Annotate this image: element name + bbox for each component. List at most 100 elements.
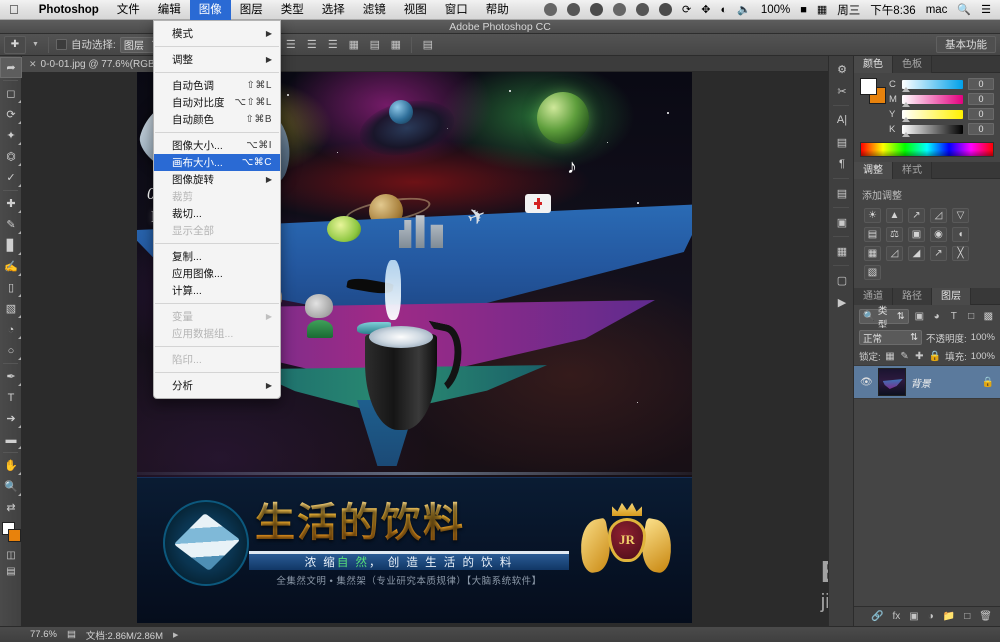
- adjustment-filter-icon[interactable]: ◕: [930, 310, 943, 324]
- type-filter-icon[interactable]: T: [947, 310, 960, 324]
- foreground-color-swatch[interactable]: [860, 78, 877, 95]
- wechat-icon[interactable]: [539, 0, 562, 20]
- image-menu-dropdown[interactable]: 模式 ▶ 调整 ▶ 自动色调 ⇧⌘L 自动对比度 ⌥⇧⌘L 自动颜色 ⇧⌘B 图…: [153, 20, 281, 399]
- menu-layer[interactable]: 图层: [231, 0, 272, 20]
- menu-help[interactable]: 帮助: [477, 0, 518, 20]
- tab-color[interactable]: 颜色: [854, 56, 893, 73]
- dodge-tool-icon[interactable]: ○: [0, 340, 22, 361]
- selective-color-icon[interactable]: ╳: [952, 246, 969, 261]
- menu-item-calculations[interactable]: 计算...: [154, 282, 280, 299]
- pen-tool-icon[interactable]: ✒: [0, 366, 22, 387]
- lock-transparency-icon[interactable]: ▦: [885, 349, 896, 363]
- menu-view[interactable]: 视图: [395, 0, 436, 20]
- distribute-spacing-icon[interactable]: ▤: [419, 36, 436, 53]
- actions-icon[interactable]: ▢: [829, 269, 855, 291]
- align-middle-v-icon[interactable]: ☰: [303, 36, 320, 53]
- apple-logo-icon[interactable]: : [0, 3, 30, 16]
- menu-select[interactable]: 选择: [313, 0, 354, 20]
- levels-icon[interactable]: ▲: [886, 208, 903, 223]
- paragraph-style-icon[interactable]: ▤: [829, 131, 855, 153]
- pixel-filter-icon[interactable]: ▣: [913, 310, 926, 324]
- battery-icon[interactable]: ■: [795, 0, 812, 20]
- posterize-icon[interactable]: ◢: [908, 246, 925, 261]
- new-group-icon[interactable]: 📁: [943, 611, 955, 622]
- yellow-value[interactable]: 0: [968, 108, 994, 120]
- bluetooth-icon[interactable]: ✥: [696, 0, 715, 20]
- layer-mask-icon[interactable]: ▣: [909, 611, 918, 622]
- layer-filter-type-dropdown[interactable]: 🔍 类型 ⇅: [859, 306, 909, 331]
- eraser-tool-icon[interactable]: ▯: [0, 277, 22, 298]
- background-color-swatch[interactable]: [8, 529, 21, 542]
- notes-icon[interactable]: ▣: [829, 211, 855, 233]
- opacity-value[interactable]: 100%: [971, 332, 995, 343]
- character-icon[interactable]: A|: [829, 109, 855, 131]
- volume-icon[interactable]: 🔈: [732, 0, 756, 20]
- menu-type[interactable]: 类型: [272, 0, 313, 20]
- eyedropper-tool-icon[interactable]: ✓: [0, 167, 22, 188]
- history-icon[interactable]: ⚙: [829, 58, 855, 80]
- menu-item-apply-image[interactable]: 应用图像...: [154, 265, 280, 282]
- crop-tool-icon[interactable]: ⏣: [0, 146, 22, 167]
- music-icon[interactable]: [562, 0, 585, 20]
- document-tab[interactable]: ✕ 0-0-01.jpg @ 77.6%(RGB/8: [22, 56, 171, 72]
- workspace-switcher[interactable]: 基本功能: [936, 36, 996, 53]
- black-value[interactable]: 0: [968, 123, 994, 135]
- menu-item-image-rotation[interactable]: 图像旋转 ▶: [154, 171, 280, 188]
- brush-tool-icon[interactable]: ✎: [0, 214, 22, 235]
- new-layer-icon[interactable]: □: [964, 611, 970, 622]
- brightness-contrast-icon[interactable]: ☀: [864, 208, 881, 223]
- timeline-icon[interactable]: ▤: [829, 182, 855, 204]
- qq-icon[interactable]: [585, 0, 608, 20]
- quick-mask-icon[interactable]: ◫: [0, 547, 22, 563]
- canvas-area[interactable]: 0 E=MC² 1 ✈ ♪: [22, 72, 828, 626]
- channel-mixer-icon[interactable]: ◖: [952, 227, 969, 242]
- time-machine-icon[interactable]: ⟳: [677, 0, 696, 20]
- menu-window[interactable]: 窗口: [436, 0, 477, 20]
- color-balance-icon[interactable]: ⚖: [886, 227, 903, 242]
- paragraph-icon[interactable]: ¶: [829, 153, 855, 175]
- color-swatches[interactable]: [0, 521, 22, 547]
- tab-layers[interactable]: 图层: [932, 288, 971, 305]
- color-lookup-icon[interactable]: ▦: [864, 246, 881, 261]
- lock-image-icon[interactable]: ✎: [899, 349, 910, 363]
- tab-adjustments[interactable]: 调整: [854, 162, 893, 179]
- search-icon[interactable]: 🔍: [952, 0, 976, 20]
- info-icon[interactable]: ▦: [829, 240, 855, 262]
- path-selection-icon[interactable]: ➔: [0, 408, 22, 429]
- menu-item-duplicate[interactable]: 复制...: [154, 248, 280, 265]
- swap-colors-icon[interactable]: ⇄: [0, 497, 22, 518]
- align-bottom-icon[interactable]: ☰: [324, 36, 341, 53]
- gradient-map-icon[interactable]: ▧: [864, 265, 881, 280]
- blend-mode-dropdown[interactable]: 正常 ⇅: [859, 330, 923, 345]
- cyan-slider[interactable]: [902, 79, 963, 92]
- menu-edit[interactable]: 编辑: [149, 0, 190, 20]
- sync-icon[interactable]: [608, 0, 631, 20]
- expand-arrow-icon[interactable]: ▶: [173, 631, 178, 639]
- marquee-tool-icon[interactable]: ◻: [0, 83, 22, 104]
- zoom-level[interactable]: 77.6%: [30, 629, 57, 640]
- distribute-right-icon[interactable]: ▦: [387, 36, 404, 53]
- app-badge-icon[interactable]: [631, 0, 654, 20]
- menu-item-trim[interactable]: 裁切...: [154, 205, 280, 222]
- tab-paths[interactable]: 路径: [893, 288, 932, 305]
- move-tool-icon[interactable]: ➦: [0, 57, 22, 78]
- black-slider[interactable]: [902, 124, 963, 137]
- user-label[interactable]: mac: [921, 0, 953, 20]
- yellow-slider[interactable]: [902, 109, 963, 122]
- layer-thumbnail[interactable]: [877, 368, 906, 396]
- rectangle-tool-icon[interactable]: ▬: [0, 429, 22, 450]
- menu-item-image-size[interactable]: 图像大小... ⌥⌘I: [154, 137, 280, 154]
- exposure-icon[interactable]: ◿: [930, 208, 947, 223]
- menu-item-analysis[interactable]: 分析 ▶: [154, 377, 280, 394]
- lock-all-icon[interactable]: 🔒: [929, 349, 941, 363]
- menu-item-canvas-size[interactable]: 画布大小... ⌥⌘C: [154, 154, 280, 171]
- curves-icon[interactable]: ↗: [908, 208, 925, 223]
- tool-preset-chevron-down-icon[interactable]: ▼: [30, 41, 41, 48]
- menu-image[interactable]: 图像: [189, 0, 231, 20]
- distribute-center-icon[interactable]: ▤: [366, 36, 383, 53]
- blur-tool-icon[interactable]: ◔: [0, 319, 22, 340]
- play-icon[interactable]: ▶: [829, 291, 855, 313]
- auto-select-checkbox[interactable]: [55, 39, 67, 50]
- list-icon[interactable]: ☰: [976, 0, 996, 20]
- quick-selection-icon[interactable]: ✦: [0, 125, 22, 146]
